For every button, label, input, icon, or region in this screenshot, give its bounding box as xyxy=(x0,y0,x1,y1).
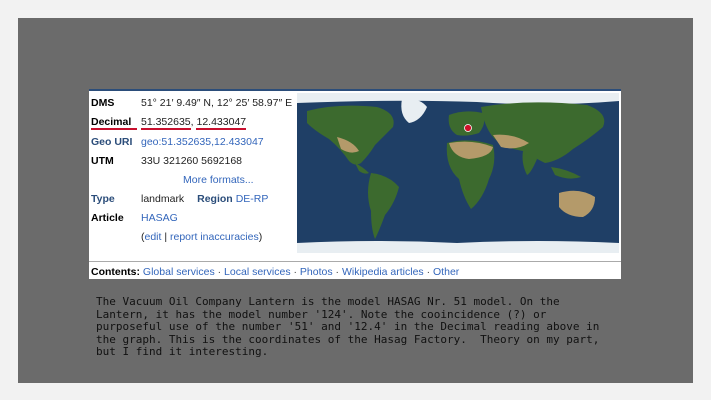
dms-label: DMS xyxy=(91,97,115,109)
region-link[interactable]: DE-RP xyxy=(236,193,269,205)
coordinate-table: DMS 51° 21′ 9.49″ N, 12° 25′ 58.97″ E Dec… xyxy=(89,91,295,258)
article-row: Article HASAG xyxy=(91,212,178,224)
contents-separator: · xyxy=(423,266,434,278)
geo-uri-link[interactable]: geo:51.352635,12.433047 xyxy=(141,136,264,148)
decimal-label: Decimal xyxy=(91,116,137,130)
dms-value: 51° 21′ 9.49″ N, 12° 25′ 58.97″ E xyxy=(141,97,293,109)
report-inaccuracies-link[interactable]: report inaccuracies xyxy=(170,231,259,243)
contents-bar: Contents: Global services · Local servic… xyxy=(89,261,621,281)
contents-separator: · xyxy=(290,266,300,278)
type-value: landmark xyxy=(141,193,185,205)
world-map[interactable] xyxy=(297,93,619,253)
utm-label: UTM xyxy=(91,155,114,167)
article-link[interactable]: HASAG xyxy=(141,212,178,224)
contents-link-local-services[interactable]: Local services xyxy=(224,266,291,278)
utm-value: 33U 321260 5692168 xyxy=(141,155,243,167)
decimal-latitude: 51.352635 xyxy=(141,116,191,130)
contents-label: Contents: xyxy=(91,266,140,278)
contents-link-wikipedia-articles[interactable]: Wikipedia articles xyxy=(342,266,424,278)
edit-separator: | xyxy=(161,231,170,243)
utm-row: UTM 33U 321260 5692168 xyxy=(91,155,242,167)
type-row: Type landmark Region DE-RP xyxy=(91,193,268,205)
dms-row: DMS 51° 21′ 9.49″ N, 12° 25′ 58.97″ E xyxy=(91,97,292,109)
caption-text: The Vacuum Oil Company Lantern is the mo… xyxy=(96,295,606,358)
contents-link-global-services[interactable]: Global services xyxy=(143,266,215,278)
contents-link-other[interactable]: Other xyxy=(433,266,459,278)
more-formats-link[interactable]: More formats... xyxy=(183,174,254,186)
region-label: Region xyxy=(197,193,233,205)
decimal-longitude: 12.433047 xyxy=(196,116,247,130)
edit-link[interactable]: edit xyxy=(145,231,162,243)
contents-separator: · xyxy=(214,266,225,278)
contents-separator: · xyxy=(332,266,342,278)
edit-row: (edit | report inaccuracies) xyxy=(141,231,262,243)
location-marker xyxy=(464,124,472,132)
decimal-row: Decimal 51.352635, 12.433047 xyxy=(91,116,247,130)
edit-close-paren: ) xyxy=(258,231,263,243)
geo-uri-row: Geo URI geo:51.352635,12.433047 xyxy=(91,136,264,148)
contents-link-photos[interactable]: Photos xyxy=(300,266,333,278)
type-label: Type xyxy=(91,193,115,205)
article-label: Article xyxy=(91,212,124,224)
geohack-panel: DMS 51° 21′ 9.49″ N, 12° 25′ 58.97″ E Dec… xyxy=(89,89,621,279)
europe xyxy=(448,111,485,136)
more-formats-row: More formats... xyxy=(183,174,254,186)
geo-uri-label: Geo URI xyxy=(91,136,133,148)
